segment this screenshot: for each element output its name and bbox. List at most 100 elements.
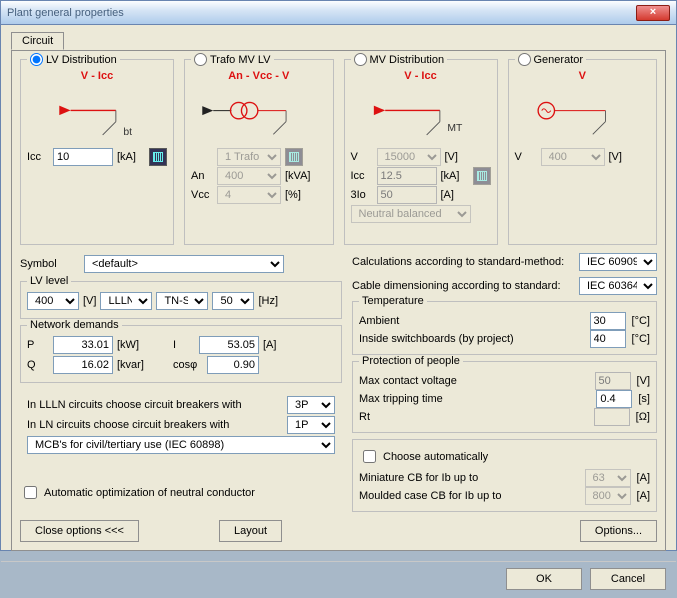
temp-ambient-input[interactable] bbox=[590, 312, 626, 330]
radio-generator[interactable] bbox=[518, 53, 531, 66]
nd-p-input[interactable] bbox=[53, 336, 113, 354]
diagram-trafo: An - Vcc - V bbox=[195, 70, 323, 140]
group-protection: Protection of people Max contact voltage… bbox=[352, 361, 657, 433]
group-network-demands: Network demands P [kW] I [A] Q bbox=[20, 325, 342, 383]
svg-text:MT: MT bbox=[447, 123, 463, 134]
tab-panel: LV Distribution V - Icc bt Icc bbox=[11, 51, 666, 551]
diagram-trafo-caption: An - Vcc - V bbox=[195, 70, 323, 82]
nd-q-unit: [kvar] bbox=[117, 359, 145, 371]
cb-lln-label: In LLLN circuits choose circuit breakers… bbox=[27, 399, 283, 411]
group-lv-distribution: LV Distribution V - Icc bt Icc bbox=[20, 59, 174, 245]
legend-net-demands: Network demands bbox=[30, 319, 119, 331]
nd-i-label: I bbox=[173, 339, 195, 351]
diagram-gen: V bbox=[519, 70, 647, 140]
temp-ambient-unit: [°C] bbox=[632, 315, 650, 327]
options-button[interactable]: Options... bbox=[580, 520, 657, 542]
nd-cos-label: cosφ bbox=[173, 359, 203, 371]
cable-std-label: Cable dimensioning according to standard… bbox=[352, 280, 573, 292]
calc-std-select[interactable]: IEC 60909-1 bbox=[579, 253, 657, 271]
cb-ln-label: In LN circuits choose circuit breakers w… bbox=[27, 419, 283, 431]
mini-cb-unit: [A] bbox=[637, 472, 650, 484]
dialog-button-bar: OK Cancel bbox=[1, 561, 676, 598]
nd-p-label: P bbox=[27, 339, 49, 351]
lv-voltage-select[interactable]: 400 bbox=[27, 292, 79, 310]
radio-lv-distribution[interactable] bbox=[30, 53, 43, 66]
mini-cb-select: 63 bbox=[585, 469, 631, 487]
mccb-unit: [A] bbox=[637, 490, 650, 502]
prot-rt-label: Rt bbox=[359, 411, 588, 423]
lv-system-select[interactable]: LLLN bbox=[100, 292, 152, 310]
close-options-button[interactable]: Close options <<< bbox=[20, 520, 139, 542]
mv-icc-label: Icc bbox=[351, 170, 373, 182]
client-area: Circuit LV Distribution V - Icc bbox=[1, 25, 676, 561]
legend-trafo: Trafo MV LV bbox=[210, 54, 271, 66]
prot-rt-unit: [Ω] bbox=[636, 411, 650, 423]
diagram-mv-caption: V - Icc bbox=[355, 70, 487, 82]
nd-i-input[interactable] bbox=[199, 336, 259, 354]
lv-voltage-unit: [V] bbox=[83, 295, 96, 307]
symbol-select[interactable]: <default> bbox=[84, 255, 284, 273]
temp-board-unit: [°C] bbox=[632, 333, 650, 345]
legend-protection: Protection of people bbox=[362, 355, 460, 367]
group-lv-level: LV level 400 [V] LLLN TN-S 50 [Hz] bbox=[20, 281, 342, 319]
group-trafo: Trafo MV LV An - Vcc - V bbox=[184, 59, 334, 245]
auto-choose-checkbox[interactable] bbox=[363, 450, 376, 463]
nd-q-input[interactable] bbox=[53, 356, 113, 374]
prot-mtt-input[interactable] bbox=[596, 390, 632, 408]
auto-opt-label: Automatic optimization of neutral conduc… bbox=[44, 487, 255, 499]
temp-board-label: Inside switchboards (by project) bbox=[359, 333, 584, 345]
cb-ln-select[interactable]: 1P bbox=[287, 416, 335, 434]
legend-lv-level: LV level bbox=[30, 275, 68, 287]
mv-3io-label: 3Io bbox=[351, 189, 373, 201]
mccb-label: Moulded case CB for Ib up to bbox=[359, 490, 579, 502]
nd-q-label: Q bbox=[27, 359, 49, 371]
radio-mv-distribution[interactable] bbox=[354, 53, 367, 66]
calc-std-label: Calculations according to standard-metho… bbox=[352, 256, 573, 268]
prot-mtt-unit: [s] bbox=[638, 393, 650, 405]
temp-board-input[interactable] bbox=[590, 330, 626, 348]
trafo-an-label: An bbox=[191, 170, 213, 182]
trafo-an-unit: [kVA] bbox=[285, 170, 313, 182]
temp-ambient-label: Ambient bbox=[359, 315, 584, 327]
symbol-label: Symbol bbox=[20, 258, 80, 270]
diagram-mv: V - Icc MT bbox=[355, 70, 487, 140]
dialog-window: Plant general properties × Circuit LV Di… bbox=[0, 0, 677, 551]
mv-3io-unit: [A] bbox=[441, 189, 469, 201]
lv-earthing-select[interactable]: TN-S bbox=[156, 292, 208, 310]
trafo-vcc-select: 4 bbox=[217, 186, 281, 204]
cb-lln-select[interactable]: 3P bbox=[287, 396, 335, 414]
mv-icc-input bbox=[377, 167, 437, 185]
cb-mcb-select[interactable]: MCB's for civil/tertiary use (IEC 60898) bbox=[27, 436, 335, 454]
prot-rt-input bbox=[594, 408, 630, 426]
mv-neutral-select: Neutral balanced bbox=[351, 205, 471, 223]
close-icon[interactable]: × bbox=[636, 5, 670, 21]
svg-text:bt: bt bbox=[123, 127, 132, 138]
cancel-button[interactable]: Cancel bbox=[590, 568, 666, 590]
group-auto-choose: Choose automatically Miniature CB for Ib… bbox=[352, 439, 657, 512]
diagram-gen-caption: V bbox=[519, 70, 647, 82]
legend-lv-distribution: LV Distribution bbox=[46, 54, 117, 66]
prot-mcv-unit: [V] bbox=[637, 375, 650, 387]
lv-freq-unit: [Hz] bbox=[258, 295, 278, 307]
legend-generator: Generator bbox=[534, 54, 584, 66]
prot-mcv-input bbox=[595, 372, 631, 390]
trafo-vcc-unit: [%] bbox=[285, 189, 313, 201]
legend-temperature: Temperature bbox=[362, 295, 424, 307]
group-mv-distribution: MV Distribution V - Icc MT V bbox=[344, 59, 498, 245]
mccb-select: 800 bbox=[585, 487, 631, 505]
mv-v-select: 15000 bbox=[377, 148, 441, 166]
ok-button[interactable]: OK bbox=[506, 568, 582, 590]
auto-opt-checkbox[interactable] bbox=[24, 486, 37, 499]
cable-std-select[interactable]: IEC 60364 bbox=[579, 277, 657, 295]
trafo-count-select: 1 Trafo bbox=[217, 148, 281, 166]
tab-circuit[interactable]: Circuit bbox=[11, 32, 64, 50]
group-generator: Generator V V 400 bbox=[508, 59, 658, 245]
group-temperature: Temperature Ambient [°C] Inside switchbo… bbox=[352, 301, 657, 355]
nd-cos-input[interactable] bbox=[207, 356, 259, 374]
layout-button[interactable]: Layout bbox=[219, 520, 282, 542]
lv-freq-select[interactable]: 50 bbox=[212, 292, 254, 310]
radio-trafo[interactable] bbox=[194, 53, 207, 66]
title-bar: Plant general properties × bbox=[1, 1, 676, 25]
diagram-lv: V - Icc bt bbox=[31, 70, 163, 140]
tab-strip: Circuit bbox=[11, 31, 666, 51]
